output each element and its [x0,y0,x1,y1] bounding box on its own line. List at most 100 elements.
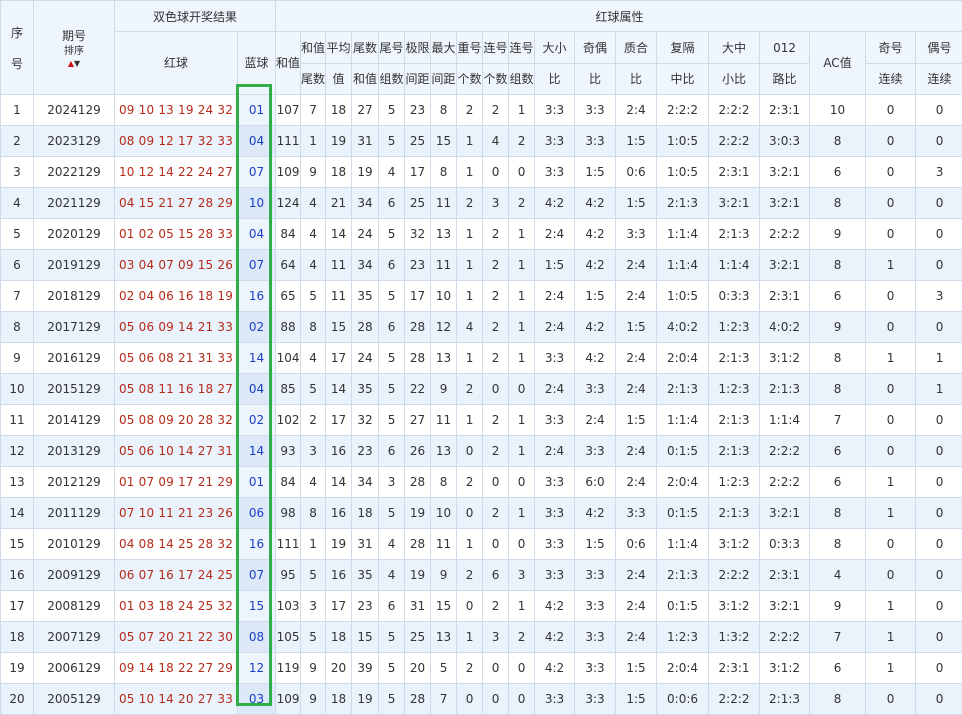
issue-cell: 2018129 [34,281,115,312]
tail-groups-cell: 6 [379,591,405,622]
consec-groups-cell: 0 [509,374,535,405]
consec-cell: 2 [483,436,509,467]
sum-cell: 84 [276,219,301,250]
tail-groups-cell: 5 [379,405,405,436]
seq-cell: 9 [1,343,34,374]
seq-cell: 3 [1,157,34,188]
rep-mid-cell: 1:0:5 [657,281,709,312]
big-mid-small-cell: 1:2:3 [709,467,760,498]
red-balls-cell: 08 09 12 17 32 33 [115,126,238,157]
blue-ball-cell: 06 [238,498,276,529]
prime-comp-cell: 2:4 [616,343,657,374]
ac-cell: 9 [810,312,866,343]
prime-comp-cell: 3:3 [616,219,657,250]
avg-cell: 19 [326,529,352,560]
consec-cell: 2 [483,250,509,281]
avg-cell: 18 [326,622,352,653]
tail-sum-cell: 23 [352,591,379,622]
red-balls-cell: 05 10 14 20 27 33 [115,684,238,715]
tail-sum-cell: 39 [352,653,379,684]
route-cell: 2:2:2 [760,219,810,250]
consec-groups-cell: 0 [509,684,535,715]
repeat-cell: 1 [457,281,483,312]
odd-even-cell: 3:3 [575,374,616,405]
sort-down-icon[interactable]: ▼ [74,59,80,68]
odd-even-header: 奇偶 [575,32,616,64]
sum-cell: 64 [276,250,301,281]
route-header-bottom: 路比 [760,64,810,95]
sum-tail-cell: 4 [301,467,326,498]
repeat-cell: 2 [457,560,483,591]
even-run-cell: 0 [916,467,962,498]
odd-even-cell: 1:5 [575,281,616,312]
sum-cell: 88 [276,312,301,343]
prime-comp-cell: 1:5 [616,684,657,715]
sum-tail-cell: 1 [301,126,326,157]
odd-run-header-bottom: 连续 [866,64,916,95]
sum-cell: 102 [276,405,301,436]
blue-ball-cell: 12 [238,653,276,684]
big-mid-small-cell: 2:2:2 [709,95,760,126]
sum-cell: 95 [276,560,301,591]
repeat-cell: 0 [457,436,483,467]
repeat-cell: 1 [457,219,483,250]
sum-tail-cell: 2 [301,405,326,436]
sum-tail-cell: 9 [301,653,326,684]
span-cell: 32 [405,219,431,250]
rep-mid-cell: 1:1:4 [657,405,709,436]
table-row: 5202012901 02 05 15 28 33048441424532131… [1,219,962,250]
route-cell: 2:2:2 [760,622,810,653]
seq-cell: 12 [1,436,34,467]
repeat-cell: 1 [457,343,483,374]
prime-comp-cell: 2:4 [616,591,657,622]
max-gap-cell: 13 [431,622,457,653]
sum-tail-cell: 5 [301,622,326,653]
sum-tail-header: 和值 [301,32,326,64]
avg-cell: 17 [326,591,352,622]
max-gap-cell: 11 [431,250,457,281]
table-row: 10201512905 08 11 16 18 2704855143552292… [1,374,962,405]
sum-cell: 104 [276,343,301,374]
blue-ball-cell: 01 [238,95,276,126]
max-gap-cell: 13 [431,219,457,250]
seq-header: 序 号 [1,1,34,95]
sort-label[interactable]: 排序 [34,46,114,58]
even-run-cell: 0 [916,95,962,126]
span-cell: 20 [405,653,431,684]
big-small-cell: 3:3 [535,560,575,591]
big-small-cell: 3:3 [535,157,575,188]
route-cell: 2:1:3 [760,374,810,405]
big-mid-small-cell: 2:1:3 [709,343,760,374]
avg-cell: 20 [326,653,352,684]
sum-tail-cell: 9 [301,684,326,715]
seq-cell: 10 [1,374,34,405]
prime-comp-cell: 2:4 [616,374,657,405]
red-balls-cell: 06 07 16 17 24 25 [115,560,238,591]
consec-groups-cell: 2 [509,126,535,157]
seq-cell: 17 [1,591,34,622]
max-gap-cell: 12 [431,312,457,343]
sum-tail-cell: 3 [301,436,326,467]
odd-even-cell: 3:3 [575,126,616,157]
span-cell: 17 [405,281,431,312]
big-small-cell: 3:3 [535,405,575,436]
prime-comp-cell: 2:4 [616,95,657,126]
sort-arrows-icon[interactable]: ▲▼ [34,60,114,68]
issue-cell: 2009129 [34,560,115,591]
rep-mid-cell: 2:0:4 [657,467,709,498]
seq-cell: 15 [1,529,34,560]
table-row: 6201912903 04 07 09 15 26076441134623111… [1,250,962,281]
avg-cell: 21 [326,188,352,219]
even-run-cell: 1 [916,343,962,374]
odd-even-cell: 1:5 [575,529,616,560]
consec-cell: 0 [483,684,509,715]
sum-cell: 107 [276,95,301,126]
issue-header[interactable]: 期号 排序 ▲▼ [34,1,115,95]
rep-mid-cell: 0:1:5 [657,436,709,467]
table-row: 16200912906 07 16 17 24 2507955163541992… [1,560,962,591]
issue-cell: 2023129 [34,126,115,157]
odd-run-cell: 0 [866,312,916,343]
sum-cell: 111 [276,126,301,157]
rep-mid-cell: 1:1:4 [657,250,709,281]
ac-cell: 8 [810,126,866,157]
